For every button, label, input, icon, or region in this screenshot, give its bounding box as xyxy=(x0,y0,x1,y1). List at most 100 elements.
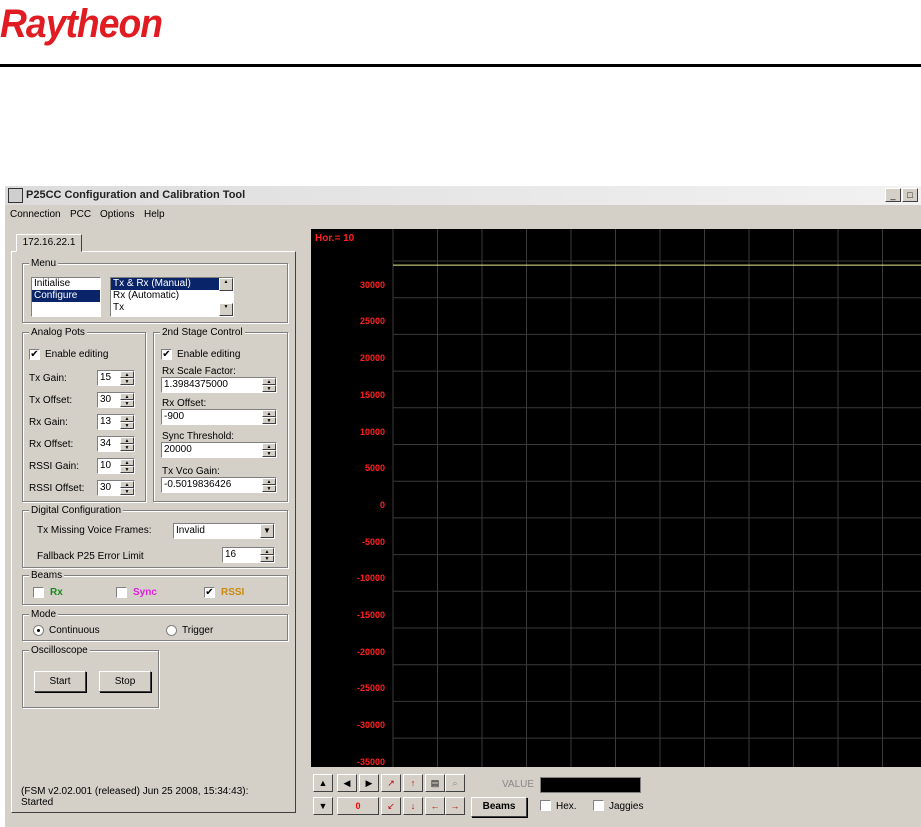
shift-left-icon[interactable]: ← xyxy=(425,797,445,815)
expand-vertical-icon[interactable]: ↑ xyxy=(403,774,423,792)
menu-group-label: Menu xyxy=(29,258,59,269)
stage2-enable-checkbox[interactable]: ✔ xyxy=(161,349,172,360)
list-item-initialise[interactable]: Initialise xyxy=(32,278,100,290)
jaggies-checkbox[interactable] xyxy=(593,800,604,811)
spin-down-icon[interactable]: ▼ xyxy=(262,450,276,457)
config-list[interactable]: Tx & Rx (Manual) Rx (Automatic) Tx ▲ ▼ xyxy=(110,277,234,317)
magnifier-icon[interactable]: ⌕ xyxy=(445,774,465,792)
analog-pots-group: Analog Pots ✔ Enable editing Tx Gain: 15 ▲… xyxy=(22,327,146,502)
analog-row-value: 13 xyxy=(100,416,112,427)
beam-sync-checkbox[interactable] xyxy=(116,587,127,598)
second-stage-label: 2nd Stage Control xyxy=(160,327,245,338)
app-window: P25CC Configuration and Calibration Tool… xyxy=(4,185,921,827)
beam-rssi-checkbox[interactable]: ✔ xyxy=(204,587,215,598)
folder-icon[interactable]: ▤ xyxy=(425,774,445,792)
spin-up-icon[interactable]: ▲ xyxy=(120,393,134,400)
y-tick-label: 0 xyxy=(379,499,385,510)
stage2-field-input[interactable]: 1.3984375000 ▲ ▼ xyxy=(161,377,277,393)
list-item-tx[interactable]: Tx xyxy=(111,302,233,314)
spin-up-icon[interactable]: ▲ xyxy=(120,481,134,488)
spin-down-icon[interactable]: ▼ xyxy=(262,485,276,492)
spin-down-icon[interactable]: ▼ xyxy=(120,422,134,429)
oscilloscope-display: Hor.= 10 30000 25000 20000 15000 10000 5000 0 -… xyxy=(311,229,921,767)
list-item-configure[interactable]: Configure xyxy=(32,290,100,302)
analog-row-input[interactable]: 30 ▲ ▼ xyxy=(97,392,135,408)
spin-up-icon[interactable]: ▲ xyxy=(120,415,134,422)
menu-help[interactable]: Help xyxy=(144,209,165,220)
stage2-field-value: -900 xyxy=(164,411,185,422)
fallback-input[interactable]: 16 ▲ ▼ xyxy=(222,547,275,563)
analog-row-input[interactable]: 34 ▲ ▼ xyxy=(97,436,135,452)
beams-group: Beams Rx Sync ✔ RSSI xyxy=(22,570,288,605)
oscilloscope-group: Oscilloscope Start Stop xyxy=(22,645,159,708)
list-item-rx-automatic[interactable]: Rx (Automatic) xyxy=(111,290,233,302)
scroll-up-icon[interactable]: ▲ xyxy=(313,774,333,792)
mode-list[interactable]: Initialise Configure xyxy=(31,277,101,317)
scroll-up-icon[interactable]: ▲ xyxy=(219,278,233,291)
dropdown-arrow-icon[interactable]: ▼ xyxy=(260,524,274,538)
spin-up-icon[interactable]: ▲ xyxy=(120,371,134,378)
scroll-down-icon[interactable]: ▼ xyxy=(313,797,333,815)
zoom-in-diagonal-icon[interactable]: ↗ xyxy=(381,774,401,792)
scroll-right-icon[interactable]: ▶ xyxy=(359,774,379,792)
menu-options[interactable]: Options xyxy=(100,209,134,220)
beam-rssi-label: RSSI xyxy=(221,587,245,598)
minimize-icon[interactable]: _ xyxy=(885,188,901,202)
missing-frames-label: Tx Missing Voice Frames: xyxy=(37,525,152,536)
spin-down-icon[interactable]: ▼ xyxy=(260,555,274,562)
jaggies-label: Jaggies xyxy=(609,801,644,812)
spin-up-icon[interactable]: ▲ xyxy=(262,378,276,385)
menu-pcc[interactable]: PCC xyxy=(70,209,91,220)
spin-down-icon[interactable]: ▼ xyxy=(262,417,276,424)
stage2-field-input[interactable]: -900 ▲ ▼ xyxy=(161,409,277,425)
spin-down-icon[interactable]: ▼ xyxy=(120,444,134,451)
analog-row-input[interactable]: 13 ▲ ▼ xyxy=(97,414,135,430)
trigger-radio[interactable] xyxy=(166,625,177,636)
analog-row-input[interactable]: 15 ▲ ▼ xyxy=(97,370,135,386)
y-tick-label: -5000 xyxy=(361,536,385,547)
spin-down-icon[interactable]: ▼ xyxy=(120,466,134,473)
horizontal-scale-label: Hor.= 10 xyxy=(315,233,355,244)
spin-down-icon[interactable]: ▼ xyxy=(120,400,134,407)
spin-down-icon[interactable]: ▼ xyxy=(120,488,134,495)
y-tick-label: -15000 xyxy=(356,610,385,620)
spin-down-icon[interactable]: ▼ xyxy=(262,385,276,392)
scroll-down-icon[interactable]: ▼ xyxy=(219,303,233,316)
status-text: (FSM v2.02.001 (released) Jun 25 2008, 1… xyxy=(21,786,249,808)
spin-up-icon[interactable]: ▲ xyxy=(260,548,274,555)
list-item-tx-rx-manual[interactable]: Tx & Rx (Manual) xyxy=(111,278,219,290)
zoom-out-diagonal-icon[interactable]: ↙ xyxy=(381,797,401,815)
hex-checkbox[interactable] xyxy=(540,800,551,811)
beams-button[interactable]: Beams xyxy=(471,797,527,817)
tab-connection[interactable]: 172.16.22.1 xyxy=(16,234,82,252)
second-stage-group: 2nd Stage Control ✔ Enable editing Rx Sc… xyxy=(153,327,288,502)
spin-up-icon[interactable]: ▲ xyxy=(262,478,276,485)
stop-button[interactable]: Stop xyxy=(99,671,151,692)
stage2-field-label: Rx Scale Factor: xyxy=(162,366,236,377)
spin-up-icon[interactable]: ▲ xyxy=(262,443,276,450)
start-button[interactable]: Start xyxy=(34,671,86,692)
spin-up-icon[interactable]: ▲ xyxy=(120,459,134,466)
stage2-field-input[interactable]: 20000 ▲ ▼ xyxy=(161,442,277,458)
y-tick-label: -25000 xyxy=(356,683,385,694)
maximize-icon[interactable]: □ xyxy=(902,188,918,202)
continuous-radio[interactable] xyxy=(33,625,44,636)
beam-rx-checkbox[interactable] xyxy=(33,587,44,598)
spin-up-icon[interactable]: ▲ xyxy=(120,437,134,444)
analog-row-input[interactable]: 30 ▲ ▼ xyxy=(97,480,135,496)
analog-row-input[interactable]: 10 ▲ ▼ xyxy=(97,458,135,474)
mode-group-label: Mode xyxy=(29,609,59,620)
shift-right-icon[interactable]: → xyxy=(445,797,465,815)
analog-row-value: 34 xyxy=(100,438,112,449)
spin-down-icon[interactable]: ▼ xyxy=(120,378,134,385)
missing-frames-select[interactable]: Invalid ▼ xyxy=(173,523,275,539)
scroll-left-icon[interactable]: ◀ xyxy=(337,774,357,792)
compress-vertical-icon[interactable]: ↓ xyxy=(403,797,423,815)
menu-connection[interactable]: Connection xyxy=(10,209,61,220)
analog-enable-label: Enable editing xyxy=(45,349,109,360)
stage2-field-input[interactable]: -0.5019836426 ▲ ▼ xyxy=(161,477,277,493)
missing-frames-value: Invalid xyxy=(176,525,205,536)
analog-enable-checkbox[interactable]: ✔ xyxy=(29,349,40,360)
stage2-field-label: Tx Vco Gain: xyxy=(162,466,220,477)
spin-up-icon[interactable]: ▲ xyxy=(262,410,276,417)
